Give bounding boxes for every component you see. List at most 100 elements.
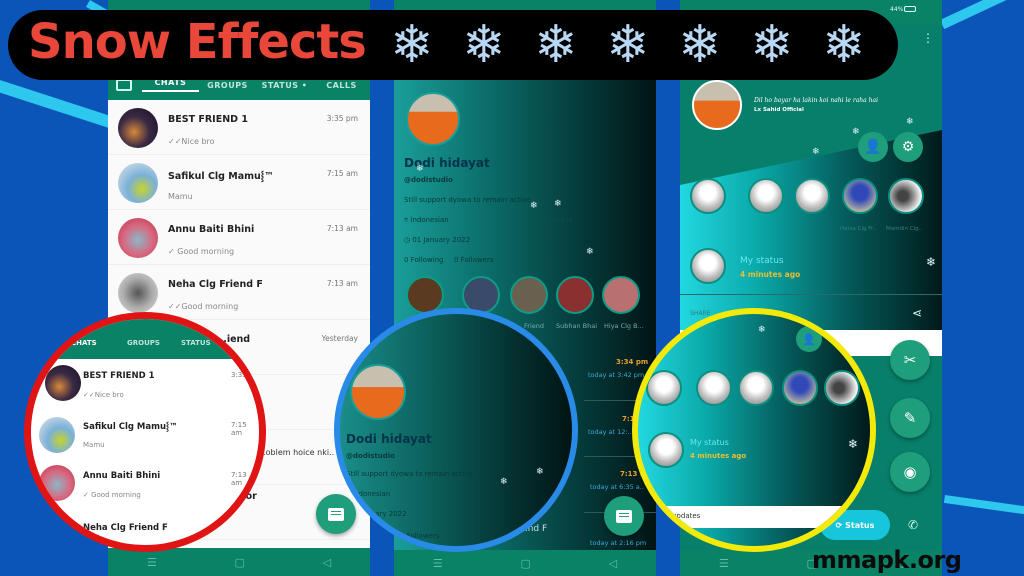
story-avatar[interactable]: [794, 178, 830, 214]
snowflake-icon: ❄: [462, 15, 506, 75]
website-text: dyowa.id: [541, 216, 573, 224]
profile-avatar[interactable]: [406, 92, 460, 146]
tab-calls[interactable]: CALLS: [313, 81, 370, 90]
avatar: [39, 465, 75, 501]
zoom-story-avatar: [824, 370, 860, 406]
zoom-profile-bio: Still support dyowa to remain active: [346, 470, 473, 478]
zoom-tab-chats[interactable]: CHATS: [71, 339, 97, 347]
snowflake-icon: ❄: [852, 127, 860, 137]
snowflake-icon: ❄: [822, 15, 866, 75]
followers-count[interactable]: 0 Followers: [454, 256, 493, 264]
menu-nav-icon[interactable]: ☰: [433, 557, 443, 570]
story-avatar[interactable]: [842, 178, 878, 214]
more-options-icon[interactable]: ⋮: [922, 32, 934, 44]
snowflake-icon: ❄: [554, 199, 562, 209]
zoom-profile-followers: 0 Followers: [400, 532, 440, 540]
chat-time: 3:35 pm: [326, 114, 358, 123]
chat-message: ✓ Good morning: [168, 247, 235, 256]
back-nav-icon[interactable]: ◁: [323, 556, 331, 569]
chat-time: 7:13 am: [326, 279, 358, 288]
avatar: [118, 163, 158, 203]
chat-time: 3:35: [231, 371, 247, 379]
chat-name: Annu Baiti Bhini: [168, 224, 255, 235]
chat-subtime: today at 2:16 pm: [590, 539, 647, 547]
story-label: Hiya Clg B...: [604, 322, 644, 330]
chat-message: Mamu: [168, 192, 193, 201]
snowflake-icon: ❄: [500, 477, 508, 487]
story-avatar[interactable]: [510, 276, 548, 314]
snowflake-icon: ❄: [530, 201, 538, 211]
zoom-profile-avatar: [350, 364, 406, 420]
joined-text: 01 January 2022: [412, 236, 471, 244]
profile-joined: ◷ 01 January 2022: [404, 236, 471, 244]
profile-website[interactable]: ⚲ dyowa.id: [534, 216, 573, 224]
home-nav-icon[interactable]: ▢: [235, 556, 245, 569]
snowflake-icon: ❄: [906, 117, 914, 127]
snowflake-icon: ❄: [812, 147, 820, 157]
story-avatar[interactable]: [556, 276, 594, 314]
snowflake-icon: ❄: [758, 325, 766, 335]
zoom-my-status-time: 4 minutes ago: [690, 452, 747, 460]
nav-bar: ☰ ▢ ◁: [394, 550, 656, 576]
camera-icon[interactable]: [116, 79, 132, 91]
chat-message: ✓✓Nice bro: [168, 137, 215, 146]
chat-message: Mamu: [83, 441, 105, 449]
following-count[interactable]: 0 Following: [404, 256, 443, 264]
chat-row[interactable]: BEST FRIEND 1 ✓✓Nice bro 3:35 pm: [108, 100, 370, 155]
avatar: [45, 365, 81, 401]
home-nav-icon[interactable]: ▢: [521, 557, 531, 570]
profile-author: Lx Sahid Official: [754, 107, 804, 113]
message-icon: [328, 507, 344, 521]
settings-button[interactable]: ⚙: [893, 132, 923, 162]
story-avatar[interactable]: [748, 178, 784, 214]
menu-nav-icon[interactable]: ☰: [719, 557, 729, 570]
tab-groups[interactable]: GROUPS: [199, 81, 256, 90]
snowflake-icon: ❄: [678, 15, 722, 75]
back-nav-icon[interactable]: ◁: [609, 557, 617, 570]
my-status-label[interactable]: My status: [740, 256, 784, 266]
profile-location: ⌾ Indonesian: [404, 216, 449, 224]
story-avatar[interactable]: [602, 276, 640, 314]
chat-row[interactable]: Safikul Clg Mamu⸾™ Mamu 7:15 am: [108, 155, 370, 210]
share-icon[interactable]: ⋖: [912, 306, 922, 320]
story-avatar[interactable]: [690, 178, 726, 214]
pencil-button[interactable]: ✎: [890, 398, 930, 438]
privacy-button[interactable]: 👤: [858, 132, 888, 162]
zoom-profile-handle: @dodistudio: [346, 452, 395, 460]
chat-time: 7:13 am: [326, 224, 358, 233]
title-banner: Snow Effects ❄ ❄ ❄ ❄ ❄ ❄ ❄: [8, 10, 898, 80]
chat-subtime: today at 12:..: [588, 428, 632, 436]
battery-icon: [904, 6, 916, 12]
divider: [680, 294, 942, 295]
bg-stripe-right-bottom: [943, 495, 1024, 516]
profile-handle: @dodistudio: [404, 176, 453, 184]
menu-nav-icon[interactable]: ☰: [147, 556, 157, 569]
snowflake-icon: ❄: [534, 15, 578, 75]
tab-status[interactable]: STATUS •: [256, 81, 313, 90]
camera-button[interactable]: ◉: [890, 452, 930, 492]
chat-name: Neha Clg Friend F: [83, 523, 168, 533]
scissors-button[interactable]: ✂: [890, 340, 930, 380]
zoom-tab-groups[interactable]: GROUPS: [127, 339, 160, 347]
bg-stripe-right: [940, 0, 1024, 30]
story-avatar[interactable]: [888, 178, 924, 214]
banner-title: Snow Effects: [28, 14, 367, 70]
story-label: Mamdin Clg..: [886, 226, 923, 232]
zoom-tab-status[interactable]: STATUS: [181, 339, 211, 347]
phone-icon[interactable]: ✆: [908, 518, 918, 532]
nav-bar: ☰ ▢ ◁: [108, 548, 370, 576]
avatar: [39, 417, 75, 453]
chat-name: Safikul Clg Mamu⸾™: [168, 171, 274, 182]
tab-status-label: STATUS: [261, 80, 299, 90]
chat-name: BEST FRIEND 1: [168, 114, 248, 125]
zoom-updates-label: updates: [672, 512, 701, 520]
zoom-profile-joined: January 2022: [360, 510, 407, 518]
my-status-avatar[interactable]: [690, 248, 726, 284]
chat-message: ✓✓Good morning: [168, 302, 239, 311]
zoom-my-status-avatar: [648, 432, 684, 468]
profile-avatar[interactable]: [692, 80, 742, 130]
tab-chats[interactable]: CHATS: [142, 78, 199, 92]
new-chat-button[interactable]: [316, 494, 356, 534]
my-status-time: 4 minutes ago: [740, 270, 801, 279]
chat-row[interactable]: Annu Baiti Bhini ✓ Good morning 7:13 am: [108, 210, 370, 265]
